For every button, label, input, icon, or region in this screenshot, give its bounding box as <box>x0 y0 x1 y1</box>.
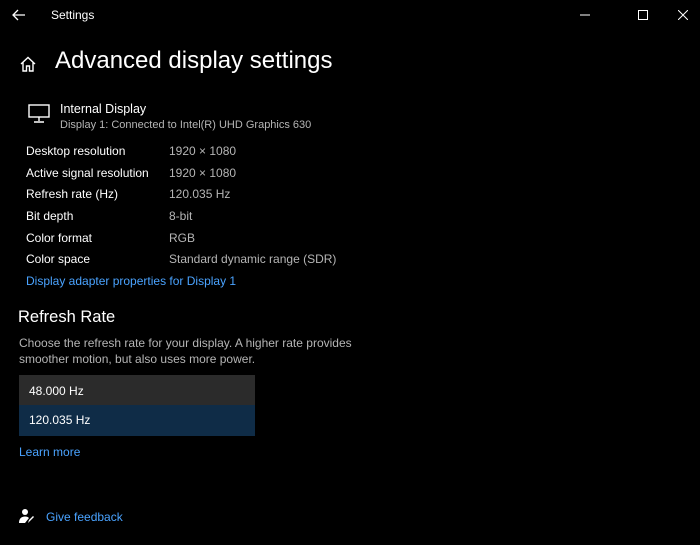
info-value: Standard dynamic range (SDR) <box>169 252 337 266</box>
minimize-button[interactable] <box>562 0 608 30</box>
home-icon[interactable] <box>19 55 37 73</box>
info-value: 120.035 Hz <box>169 187 231 201</box>
title-bar: Settings <box>0 0 700 30</box>
refresh-rate-option-48hz[interactable]: 48.000 Hz <box>19 377 255 405</box>
display-name: Internal Display <box>60 102 147 116</box>
refresh-rate-option-120hz-selected[interactable]: 120.035 Hz <box>19 405 255 436</box>
refresh-rate-description: Choose the refresh rate for your display… <box>19 336 352 366</box>
info-row-color-format: Color format RGB <box>26 231 426 249</box>
close-icon <box>677 10 688 20</box>
maximize-button[interactable] <box>620 0 666 30</box>
info-value: 1920 × 1080 <box>169 166 237 180</box>
info-label: Bit depth <box>26 209 74 223</box>
app-title: Settings <box>51 8 95 22</box>
back-button[interactable] <box>8 4 30 26</box>
learn-more-link[interactable]: Learn more <box>19 445 80 459</box>
info-row-color-space: Color space Standard dynamic range (SDR) <box>26 252 426 270</box>
refresh-rate-list[interactable]: 48.000 Hz 120.035 Hz <box>19 375 255 436</box>
info-value: RGB <box>169 231 196 245</box>
minimize-icon <box>580 14 590 16</box>
info-row-desktop-resolution: Desktop resolution 1920 × 1080 <box>26 144 426 162</box>
info-label: Refresh rate (Hz) <box>26 187 119 201</box>
feedback-icon <box>19 509 34 523</box>
display-connection: Display 1: Connected to Intel(R) UHD Gra… <box>60 119 312 131</box>
refresh-rate-heading: Refresh Rate <box>18 308 116 326</box>
page-title: Advanced display settings <box>55 47 333 74</box>
info-row-bit-depth: Bit depth 8-bit <box>26 209 426 227</box>
info-row-refresh-rate: Refresh rate (Hz) 120.035 Hz <box>26 187 426 205</box>
info-label: Color format <box>26 231 93 245</box>
info-row-active-signal-resolution: Active signal resolution 1920 × 1080 <box>26 166 426 184</box>
display-adapter-properties-link[interactable]: Display adapter properties for Display 1 <box>26 274 236 288</box>
give-feedback-link[interactable]: Give feedback <box>46 510 123 524</box>
close-button[interactable] <box>665 0 700 30</box>
monitor-icon <box>28 104 50 123</box>
back-arrow-icon <box>12 9 25 21</box>
maximize-icon <box>638 10 648 20</box>
info-label: Color space <box>26 252 91 266</box>
info-label: Active signal resolution <box>26 166 149 180</box>
info-label: Desktop resolution <box>26 144 126 158</box>
info-value: 8-bit <box>169 209 193 223</box>
info-value: 1920 × 1080 <box>169 144 237 158</box>
